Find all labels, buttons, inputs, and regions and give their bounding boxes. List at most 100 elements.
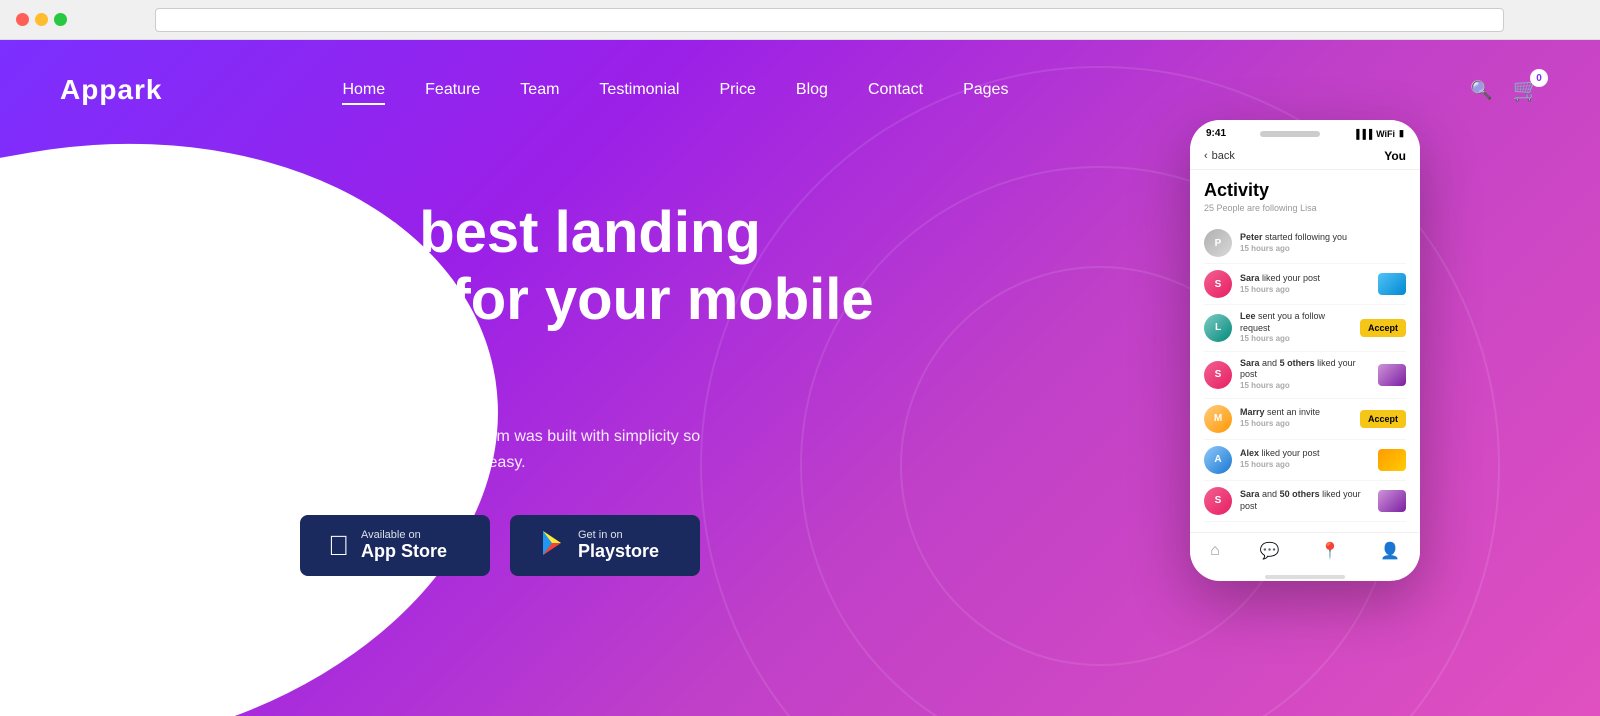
phone-screen-title: You: [1384, 149, 1406, 163]
activity-time: 15 hours ago: [1240, 285, 1370, 295]
logo[interactable]: Appark: [60, 74, 162, 106]
playstore-text: Get in on Playstore: [578, 529, 659, 562]
activity-count: 5 others: [1280, 358, 1315, 368]
location-icon[interactable]: 📍: [1320, 541, 1340, 561]
avatar: S: [1204, 270, 1232, 298]
cart-wrapper[interactable]: 🛒 0: [1513, 77, 1540, 103]
playstore-small-label: Get in on: [578, 529, 659, 541]
battery-icon: ▮: [1399, 128, 1404, 139]
activity-name: Lee: [1240, 311, 1256, 321]
playstore-button[interactable]: Get in on Playstore: [510, 515, 700, 576]
phone-status-bar: 9:41 ▐▐▐ WiFi ▮: [1190, 120, 1420, 143]
activity-item: A Alex liked your post 15 hours ago: [1204, 440, 1406, 481]
nav-link-pages[interactable]: Pages: [963, 81, 1008, 99]
activity-item: S Sara and 50 others liked your post: [1204, 481, 1406, 522]
appstore-small-label: Available on: [361, 529, 447, 541]
maximize-dot[interactable]: [54, 13, 67, 26]
activity-text: Marry sent an invite 15 hours ago: [1240, 407, 1352, 429]
activity-count: 50 others: [1280, 489, 1320, 499]
nav-link-contact[interactable]: Contact: [868, 81, 923, 99]
phone-time: 9:41: [1206, 128, 1226, 139]
activity-text: Sara and 50 others liked your post: [1240, 489, 1370, 512]
playstore-large-label: Playstore: [578, 541, 659, 562]
activity-name: Marry: [1240, 407, 1265, 417]
phone-nav-bar: ‹ back You: [1190, 143, 1420, 170]
playstore-icon: [538, 529, 566, 562]
cart-badge: 0: [1530, 69, 1548, 87]
activity-text: Lee sent you a follow request 15 hours a…: [1240, 311, 1352, 345]
minimize-dot[interactable]: [35, 13, 48, 26]
activity-name: Sara: [1240, 489, 1260, 499]
accept-button[interactable]: Accept: [1360, 319, 1406, 337]
phone-content: Activity 25 People are following Lisa P …: [1190, 170, 1420, 532]
apple-icon: : [328, 532, 349, 560]
phone-back-button[interactable]: ‹ back: [1204, 150, 1235, 162]
nav-link-blog[interactable]: Blog: [796, 81, 828, 99]
search-icon[interactable]: 🔍: [1470, 80, 1492, 101]
hero-text: The best landing page for your mobile ap…: [300, 180, 880, 576]
activity-text: Sara liked your post 15 hours ago: [1240, 273, 1370, 295]
activity-thumbnail: [1378, 490, 1406, 512]
activity-text: Alex liked your post 15 hours ago: [1240, 448, 1370, 470]
appstore-text: Available on App Store: [361, 529, 447, 562]
activity-time: 15 hours ago: [1240, 460, 1370, 470]
activity-time: 15 hours ago: [1240, 381, 1370, 391]
back-chevron-icon: ‹: [1204, 150, 1208, 162]
activity-section-sub: 25 People are following Lisa: [1204, 203, 1406, 213]
activity-name: Sara: [1240, 358, 1260, 368]
avatar: S: [1204, 361, 1232, 389]
phone-status-icons: ▐▐▐ WiFi ▮: [1353, 128, 1404, 139]
phone-mockup: 9:41 ▐▐▐ WiFi ▮ ‹ back You Activity 25: [1190, 120, 1420, 581]
nav-link-price[interactable]: Price: [719, 81, 755, 99]
activity-item: L Lee sent you a follow request 15 hours…: [1204, 305, 1406, 352]
nav-link-feature[interactable]: Feature: [425, 81, 480, 99]
avatar: L: [1204, 314, 1232, 342]
activity-thumbnail: [1378, 449, 1406, 471]
signal-icon: ▐▐▐: [1353, 129, 1372, 139]
close-dot[interactable]: [16, 13, 29, 26]
activity-item: P Peter started following you 15 hours a…: [1204, 223, 1406, 264]
activity-thumbnail: [1378, 364, 1406, 386]
avatar: M: [1204, 405, 1232, 433]
nav-link-home[interactable]: Home: [342, 81, 385, 99]
phone-mockup-area: 9:41 ▐▐▐ WiFi ▮ ‹ back You Activity 25: [1190, 120, 1420, 581]
wifi-icon: WiFi: [1376, 129, 1395, 139]
appstore-button[interactable]:  Available on App Store: [300, 515, 490, 576]
profile-icon[interactable]: 👤: [1380, 541, 1400, 561]
avatar: A: [1204, 446, 1232, 474]
nav-icons: 🔍 🛒 0: [1470, 77, 1540, 103]
activity-time: 15 hours ago: [1240, 334, 1352, 344]
activity-name: Sara: [1240, 273, 1260, 283]
avatar: S: [1204, 487, 1232, 515]
accept-button[interactable]: Accept: [1360, 410, 1406, 428]
phone-notch: [1260, 131, 1320, 137]
browser-chrome: [0, 0, 1600, 40]
main-page: Appark Home Feature Team Testimonial Pri…: [0, 40, 1600, 716]
back-label: back: [1212, 150, 1235, 162]
activity-section-title: Activity: [1204, 180, 1406, 201]
activity-text: Sara and 5 others liked your post 15 hou…: [1240, 358, 1370, 392]
avatar: P: [1204, 229, 1232, 257]
nav-links: Home Feature Team Testimonial Price Blog…: [342, 81, 1470, 99]
home-icon[interactable]: ⌂: [1210, 542, 1220, 560]
activity-text: Peter started following you 15 hours ago: [1240, 232, 1406, 254]
nav-link-testimonial[interactable]: Testimonial: [599, 81, 679, 99]
hero-title: The best landing page for your mobile ap…: [300, 200, 880, 400]
hero-subtitle: Our cloud computing platform was built w…: [300, 424, 760, 475]
home-indicator: [1265, 575, 1345, 579]
appstore-large-label: App Store: [361, 541, 447, 562]
activity-time: 15 hours ago: [1240, 419, 1352, 429]
activity-item: S Sara liked your post 15 hours ago: [1204, 264, 1406, 305]
address-bar[interactable]: [155, 8, 1504, 32]
activity-thumbnail: [1378, 273, 1406, 295]
chat-icon[interactable]: 💬: [1260, 541, 1280, 561]
traffic-lights: [16, 13, 67, 26]
nav-link-team[interactable]: Team: [520, 81, 559, 99]
activity-name: Peter: [1240, 232, 1263, 242]
activity-item: S Sara and 5 others liked your post 15 h…: [1204, 352, 1406, 399]
activity-item: M Marry sent an invite 15 hours ago Acce…: [1204, 399, 1406, 440]
activity-name: Alex: [1240, 448, 1259, 458]
phone-bottom-nav: ⌂ 💬 📍 👤: [1190, 532, 1420, 571]
activity-time: 15 hours ago: [1240, 244, 1406, 254]
cta-buttons:  Available on App Store: [300, 515, 880, 576]
